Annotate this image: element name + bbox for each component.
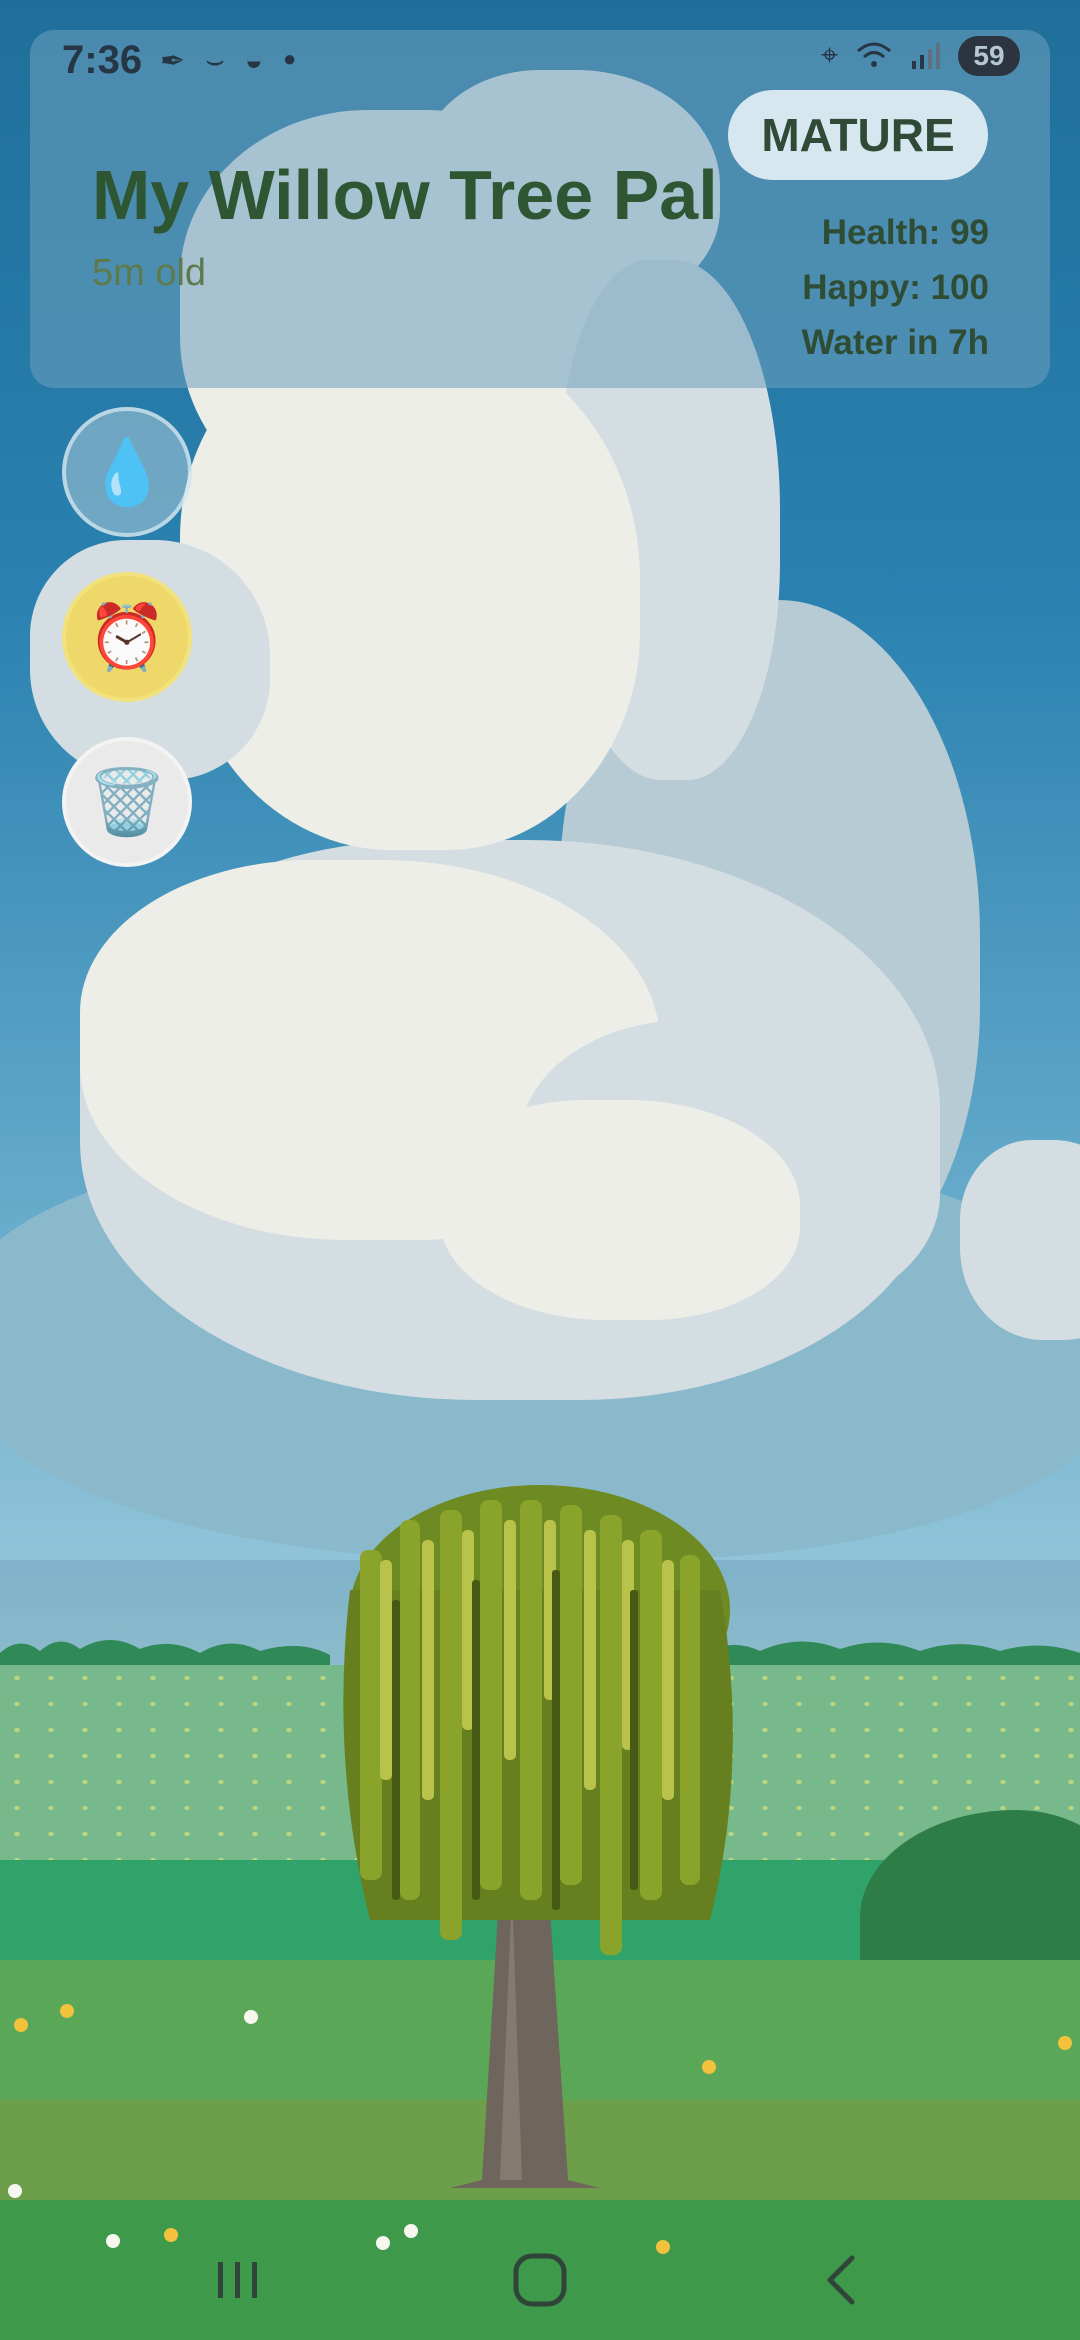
flower: [14, 2018, 28, 2032]
status-bar: 7:36 ✒ ⌣ ◒ ● ⌖ 59: [30, 30, 1050, 90]
back-icon: [827, 2255, 855, 2305]
alarm-clock-icon: ⏰: [87, 600, 167, 673]
dot-icon: ●: [283, 46, 297, 71]
pet-stats: Health: 99 Happy: 100 Water in 7h: [802, 205, 989, 370]
recents-button[interactable]: [178, 2240, 298, 2320]
amazon-smile-icon: ⌣: [205, 44, 225, 77]
battery-indicator: 59: [958, 36, 1020, 76]
flower: [60, 2004, 74, 2018]
location-icon: ⌖: [821, 39, 838, 72]
alarm-button[interactable]: ⏰: [62, 572, 192, 702]
home-button[interactable]: [480, 2240, 600, 2320]
delete-button[interactable]: 🗑️: [62, 737, 192, 867]
system-nav-bar: [0, 2220, 1080, 2340]
cloud: [440, 1100, 800, 1320]
flower: [1058, 2036, 1072, 2050]
home-icon: [513, 2253, 567, 2307]
flower: [8, 2184, 22, 2198]
pet-age: 5m old: [92, 252, 207, 294]
wifi-icon: [857, 42, 891, 67]
bowl-icon: ◒: [244, 44, 264, 77]
pet-name: My Willow Tree Pal: [92, 156, 718, 234]
back-button[interactable]: [784, 2240, 904, 2320]
signal-icon: [912, 43, 940, 69]
recents-icon: [218, 2262, 257, 2298]
water-drop-icon: 💧: [87, 435, 167, 508]
growth-stage-badge: MATURE: [728, 90, 988, 180]
feather-icon: ✒: [160, 45, 186, 78]
willow-tree: [343, 1485, 733, 2188]
water-timer-stat: Water in 7h: [801, 323, 989, 362]
happy-stat: Happy: 100: [802, 268, 989, 307]
water-button[interactable]: 💧: [62, 407, 192, 537]
trash-icon: 🗑️: [87, 765, 167, 838]
flower: [244, 2010, 258, 2024]
health-stat: Health: 99: [821, 213, 989, 252]
status-time: 7:36: [62, 38, 143, 82]
